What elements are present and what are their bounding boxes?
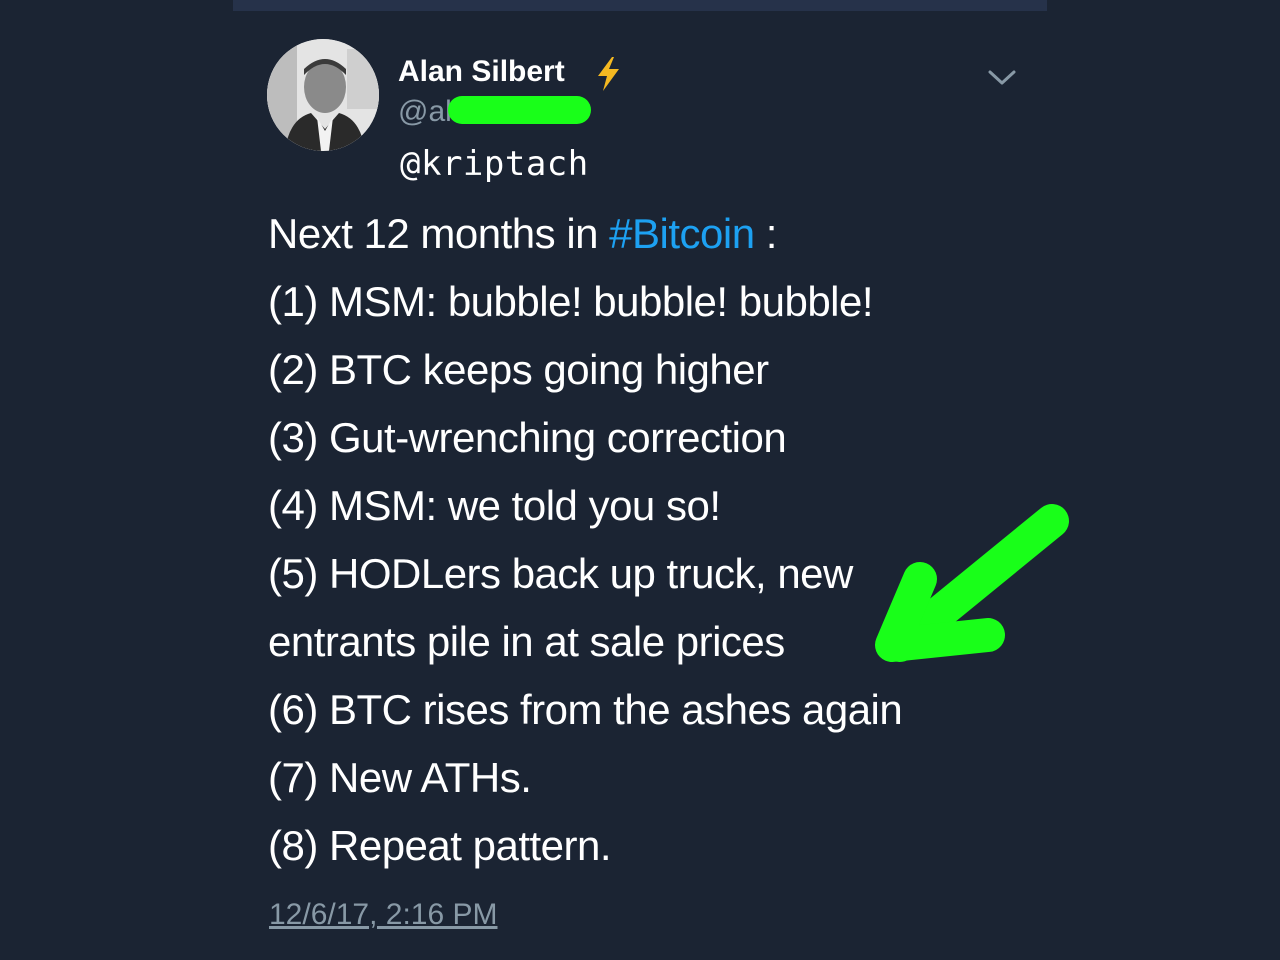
tweet-line: Next 12 months in #Bitcoin : (268, 200, 988, 268)
author-handle[interactable]: @al (398, 94, 452, 130)
tweet-line: (7) New ATHs. (268, 754, 532, 801)
tweet-line: (6) BTC rises from the ashes again (268, 686, 903, 733)
watermark: @kriptach (400, 144, 589, 184)
tweet-line: (2) BTC keeps going higher (268, 346, 769, 393)
avatar-image (267, 39, 379, 151)
top-divider (233, 0, 1047, 11)
screenshot: Alan Silbert @al @kriptach Next 12 month… (0, 0, 1280, 960)
lightning-bolt-icon (598, 57, 619, 91)
tweet-line-text: : (754, 210, 778, 257)
chevron-down-icon[interactable] (986, 66, 1018, 90)
author-name[interactable]: Alan Silbert (398, 54, 565, 90)
hashtag-link[interactable]: #Bitcoin (609, 210, 755, 257)
tweet-line: (8) Repeat pattern. (268, 822, 612, 869)
tweet-line-text: Next 12 months in (268, 210, 610, 257)
tweet-card: Alan Silbert @al @kriptach Next 12 month… (0, 0, 1280, 960)
tweet-line: (3) Gut-wrenching correction (268, 414, 787, 461)
tweet-timestamp[interactable]: 12/6/17, 2:16 PM (269, 896, 498, 934)
avatar[interactable] (267, 39, 379, 151)
green-arrow-annotation (875, 504, 1069, 662)
tweet-line: (1) MSM: bubble! bubble! bubble! (268, 278, 874, 325)
handle-redaction (448, 96, 591, 124)
